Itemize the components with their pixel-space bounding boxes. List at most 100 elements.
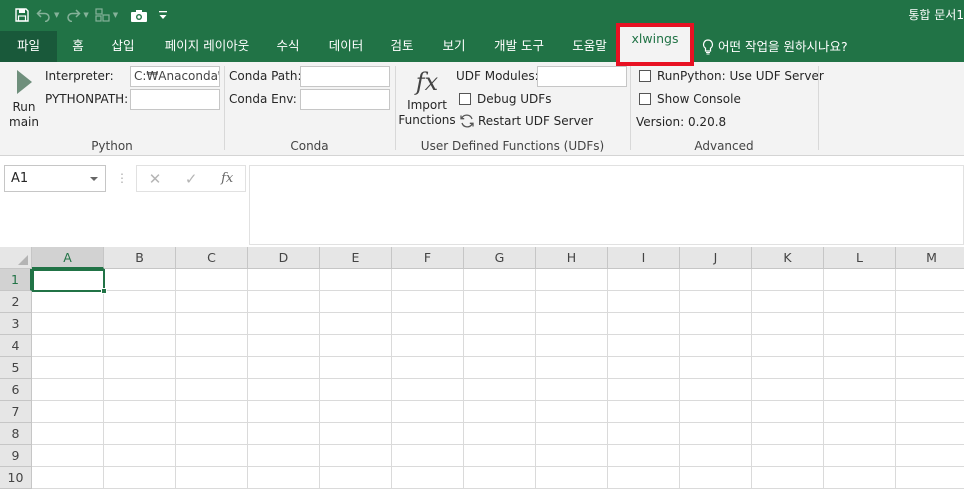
cell-e10[interactable]: [320, 467, 392, 489]
cell-a7[interactable]: [32, 401, 104, 423]
cell-l4[interactable]: [824, 335, 896, 357]
cell-a4[interactable]: [32, 335, 104, 357]
column-header-k[interactable]: K: [752, 247, 824, 269]
cell-g4[interactable]: [464, 335, 536, 357]
cell-e2[interactable]: [320, 291, 392, 313]
cell-c6[interactable]: [176, 379, 248, 401]
customize-qat-icon[interactable]: [158, 5, 168, 25]
cell-e4[interactable]: [320, 335, 392, 357]
cell-m6[interactable]: [896, 379, 964, 401]
tab-developer[interactable]: 개발 도구: [484, 31, 554, 62]
cell-b1[interactable]: [104, 269, 176, 291]
cell-c2[interactable]: [176, 291, 248, 313]
cell-f4[interactable]: [392, 335, 464, 357]
cell-l2[interactable]: [824, 291, 896, 313]
cell-a6[interactable]: [32, 379, 104, 401]
cell-a9[interactable]: [32, 445, 104, 467]
cell-h7[interactable]: [536, 401, 608, 423]
cell-j10[interactable]: [680, 467, 752, 489]
cell-g3[interactable]: [464, 313, 536, 335]
cell-h3[interactable]: [536, 313, 608, 335]
tab-home[interactable]: 홈: [62, 31, 94, 62]
cell-b9[interactable]: [104, 445, 176, 467]
cell-k3[interactable]: [752, 313, 824, 335]
cell-h6[interactable]: [536, 379, 608, 401]
cell-i8[interactable]: [608, 423, 680, 445]
column-header-l[interactable]: L: [824, 247, 896, 269]
tab-view[interactable]: 보기: [434, 31, 474, 62]
cell-m7[interactable]: [896, 401, 964, 423]
cell-b6[interactable]: [104, 379, 176, 401]
select-all-button[interactable]: [0, 247, 32, 269]
cell-h10[interactable]: [536, 467, 608, 489]
cell-d10[interactable]: [248, 467, 320, 489]
cell-f3[interactable]: [392, 313, 464, 335]
cell-i9[interactable]: [608, 445, 680, 467]
cell-e1[interactable]: [320, 269, 392, 291]
show-console-checkbox[interactable]: Show Console: [639, 92, 741, 106]
cell-g2[interactable]: [464, 291, 536, 313]
cell-d2[interactable]: [248, 291, 320, 313]
cell-e5[interactable]: [320, 357, 392, 379]
cell-d9[interactable]: [248, 445, 320, 467]
cell-g8[interactable]: [464, 423, 536, 445]
cell-b7[interactable]: [104, 401, 176, 423]
cell-l5[interactable]: [824, 357, 896, 379]
column-header-h[interactable]: H: [536, 247, 608, 269]
cell-c7[interactable]: [176, 401, 248, 423]
row-header-7[interactable]: 7: [0, 401, 32, 423]
column-header-m[interactable]: M: [896, 247, 964, 269]
cell-j2[interactable]: [680, 291, 752, 313]
touch-mode-icon[interactable]: [95, 5, 111, 25]
cell-g1[interactable]: [464, 269, 536, 291]
cell-a3[interactable]: [32, 313, 104, 335]
cell-m9[interactable]: [896, 445, 964, 467]
cell-c8[interactable]: [176, 423, 248, 445]
row-header-4[interactable]: 4: [0, 335, 32, 357]
cell-b3[interactable]: [104, 313, 176, 335]
cell-m2[interactable]: [896, 291, 964, 313]
cell-k1[interactable]: [752, 269, 824, 291]
column-header-j[interactable]: J: [680, 247, 752, 269]
cell-l8[interactable]: [824, 423, 896, 445]
tab-formulas[interactable]: 수식: [268, 31, 308, 62]
cell-j9[interactable]: [680, 445, 752, 467]
cell-k7[interactable]: [752, 401, 824, 423]
cell-d6[interactable]: [248, 379, 320, 401]
column-header-a[interactable]: A: [32, 247, 104, 269]
cell-f6[interactable]: [392, 379, 464, 401]
cell-h4[interactable]: [536, 335, 608, 357]
cell-i3[interactable]: [608, 313, 680, 335]
chevron-down-icon[interactable]: [90, 177, 98, 181]
formula-input[interactable]: [249, 165, 964, 245]
cell-d4[interactable]: [248, 335, 320, 357]
cell-e7[interactable]: [320, 401, 392, 423]
row-header-3[interactable]: 3: [0, 313, 32, 335]
cell-j7[interactable]: [680, 401, 752, 423]
cell-j4[interactable]: [680, 335, 752, 357]
cell-i7[interactable]: [608, 401, 680, 423]
row-header-1[interactable]: 1: [0, 269, 32, 291]
cell-a2[interactable]: [32, 291, 104, 313]
cell-f8[interactable]: [392, 423, 464, 445]
camera-icon[interactable]: [130, 5, 148, 25]
conda-path-field[interactable]: [300, 66, 390, 87]
cell-m1[interactable]: [896, 269, 964, 291]
cell-a8[interactable]: [32, 423, 104, 445]
cell-i2[interactable]: [608, 291, 680, 313]
cell-h8[interactable]: [536, 423, 608, 445]
tab-xlwings[interactable]: xlwings: [616, 23, 694, 66]
cell-e6[interactable]: [320, 379, 392, 401]
cell-k10[interactable]: [752, 467, 824, 489]
column-header-f[interactable]: F: [392, 247, 464, 269]
cell-i4[interactable]: [608, 335, 680, 357]
cell-i5[interactable]: [608, 357, 680, 379]
cell-i1[interactable]: [608, 269, 680, 291]
row-header-8[interactable]: 8: [0, 423, 32, 445]
cell-c10[interactable]: [176, 467, 248, 489]
cell-l1[interactable]: [824, 269, 896, 291]
redo-icon[interactable]: [65, 5, 81, 25]
conda-env-field[interactable]: [300, 89, 390, 110]
cell-f10[interactable]: [392, 467, 464, 489]
cell-j5[interactable]: [680, 357, 752, 379]
